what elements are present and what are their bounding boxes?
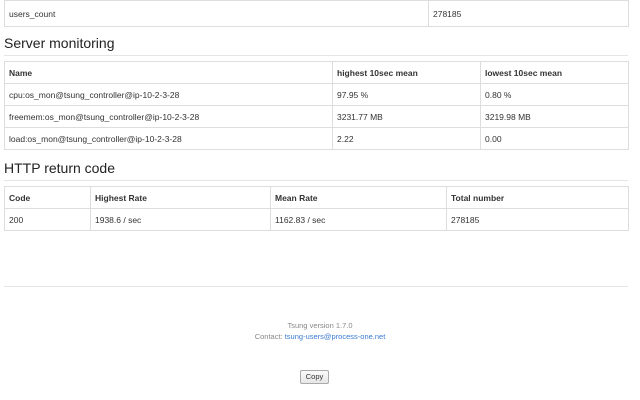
http-return-code-title: HTTP return code — [4, 160, 116, 176]
table-cell: freemem:os_mon@tsung_controller@ip-10-2-… — [4, 105, 333, 128]
section-divider — [4, 180, 628, 181]
table-cell: load:os_mon@tsung_controller@ip-10-2-3-2… — [4, 127, 333, 150]
column-header: Mean Rate — [270, 186, 447, 209]
column-header: Highest Rate — [90, 186, 271, 209]
http-return-code-table: Code Highest Rate Mean Rate Total number… — [4, 186, 629, 231]
column-header: highest 10sec mean — [332, 61, 481, 84]
table-cell: 1162.83 / sec — [270, 208, 447, 231]
table-header-row: Code Highest Rate Mean Rate Total number — [4, 186, 629, 209]
users-count-value: 278185 — [428, 0, 629, 27]
column-header: Code — [4, 186, 91, 209]
table-row: users_count 278185 — [4, 0, 629, 27]
copy-button[interactable]: Copy — [300, 370, 329, 384]
column-header: Total number — [446, 186, 629, 209]
table-cell: cpu:os_mon@tsung_controller@ip-10-2-3-28 — [4, 83, 333, 106]
footer-contact: Contact: tsung-users@process-one.net — [0, 332, 640, 341]
report-page: users_count 278185 Server monitoring Nam… — [0, 0, 640, 400]
tsung-version-text: Tsung version 1.7.0 — [287, 321, 353, 330]
server-monitoring-table: Name highest 10sec mean lowest 10sec mea… — [4, 61, 629, 150]
contact-email-link[interactable]: tsung-users@process-one.net — [285, 332, 386, 341]
table-cell: 0.80 % — [480, 83, 629, 106]
table-cell: 200 — [4, 208, 91, 231]
table-cell: 0.00 — [480, 127, 629, 150]
table-row: freemem:os_mon@tsung_controller@ip-10-2-… — [4, 105, 629, 128]
column-header: Name — [4, 61, 333, 84]
section-divider — [4, 55, 628, 56]
table-row: cpu:os_mon@tsung_controller@ip-10-2-3-28… — [4, 83, 629, 106]
table-cell: 3219.98 MB — [480, 105, 629, 128]
users-count-table: users_count 278185 — [4, 0, 629, 27]
contact-label: Contact: — [254, 332, 283, 341]
table-row: load:os_mon@tsung_controller@ip-10-2-3-2… — [4, 127, 629, 150]
users-count-label: users_count — [4, 0, 429, 27]
column-header: lowest 10sec mean — [480, 61, 629, 84]
footer-divider — [4, 286, 628, 287]
table-cell: 2.22 — [332, 127, 481, 150]
table-header-row: Name highest 10sec mean lowest 10sec mea… — [4, 61, 629, 84]
table-cell: 97.95 % — [332, 83, 481, 106]
table-cell: 278185 — [446, 208, 629, 231]
table-row: 200 1938.6 / sec 1162.83 / sec 278185 — [4, 208, 629, 231]
table-cell: 3231.77 MB — [332, 105, 481, 128]
server-monitoring-title: Server monitoring — [4, 35, 115, 51]
table-cell: 1938.6 / sec — [90, 208, 271, 231]
